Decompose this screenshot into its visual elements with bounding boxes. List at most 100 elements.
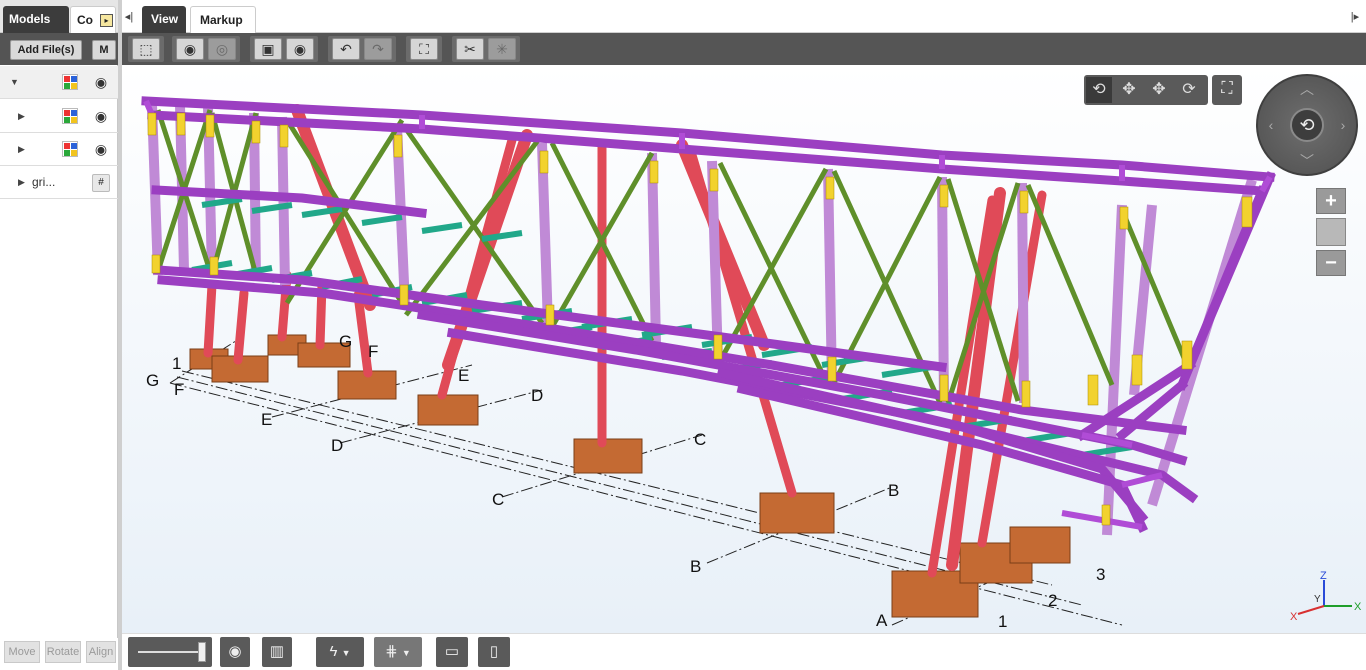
grid-label-d-top: D xyxy=(531,386,543,405)
document-icon[interactable]: ▯ xyxy=(478,637,510,667)
eye-icon[interactable]: ◉ xyxy=(220,637,250,667)
comment-icon[interactable]: ▭ xyxy=(436,637,468,667)
color-palette-icon[interactable] xyxy=(62,108,78,124)
visibility-eye-icon[interactable]: ◉ xyxy=(90,108,112,124)
object-view-icon[interactable]: ◉ xyxy=(286,38,314,60)
tab-view[interactable]: View xyxy=(142,6,186,33)
fit-group: ⛶ xyxy=(406,36,442,62)
visibility-eye-icon[interactable]: ◉ xyxy=(90,141,112,157)
slider-track xyxy=(138,651,204,653)
isolate-icon[interactable]: ◎ xyxy=(208,38,236,60)
expand-right-icon[interactable]: ▶ xyxy=(18,144,25,155)
collapse-right-icon[interactable]: |▸ xyxy=(1348,8,1362,26)
zoom-control: + − xyxy=(1316,188,1346,280)
add-files-button[interactable]: Add File(s) xyxy=(10,40,82,60)
grid-label-b-left: B xyxy=(690,557,701,576)
models-panel: Models Co ▸ Add File(s) M ▼ ◉ ▶ ◉ ▶ ◉ ▶ … xyxy=(0,0,118,670)
color-palette-icon[interactable] xyxy=(62,74,78,90)
navigation-wheel[interactable]: ︿ ﹀ ‹ › ⟲ xyxy=(1256,74,1358,176)
snapshot-icon[interactable]: ▣ xyxy=(254,38,282,60)
tab-overflow-arrow-icon[interactable]: ▸ xyxy=(100,14,113,27)
view-toolbar: ⬚ ◉ ◎ ▣ ◉ ↶ ↷ ⛶ ✂ ✳ xyxy=(122,33,1366,65)
align-button[interactable]: Align xyxy=(86,641,116,663)
wheel-down-icon[interactable]: ﹀ xyxy=(1300,154,1314,168)
grid-icon[interactable]: # xyxy=(92,174,110,192)
axis-x2-label: X xyxy=(1354,601,1362,613)
tree-row-grid[interactable]: ▶ gri... # xyxy=(0,166,118,199)
grid-style-dropdown[interactable]: ⋕ ▼ xyxy=(374,637,422,667)
zoom-slider-track[interactable] xyxy=(1316,218,1346,246)
lightning-icon: ϟ xyxy=(329,643,338,660)
hide-icon[interactable]: ◉ xyxy=(176,38,204,60)
panel-toolbar: Add File(s) M xyxy=(0,33,118,65)
orbit-icon[interactable]: ⟲ xyxy=(1086,77,1112,103)
collapse-left-icon[interactable]: ◂| xyxy=(122,8,136,26)
navigation-modes: ⟲ ✥ ✥ ⟳ xyxy=(1084,75,1208,105)
tree-row-model-2[interactable]: ▶ ◉ xyxy=(0,133,118,166)
axis-y-label: Y xyxy=(1314,594,1321,605)
zoom-in-icon[interactable]: + xyxy=(1316,188,1346,214)
move-button[interactable]: Move xyxy=(4,641,40,663)
visibility-eye-icon[interactable]: ◉ xyxy=(90,74,112,90)
undo-icon[interactable]: ↶ xyxy=(332,38,360,60)
select-group: ⬚ xyxy=(128,36,164,62)
panel-bottom-toolbar: Move Rotate Align xyxy=(0,638,118,670)
transparency-slider[interactable] xyxy=(128,637,212,667)
section-group: ✂ ✳ xyxy=(452,36,520,62)
axis-x-label: X xyxy=(1290,611,1298,622)
history-group: ↶ ↷ xyxy=(328,36,396,62)
grid-label-two-right: 2 xyxy=(1048,591,1057,610)
cut-plane-icon[interactable]: ✂ xyxy=(456,38,484,60)
panel-tabs: Models Co ▸ xyxy=(0,0,118,33)
grid-label-g-top: G xyxy=(339,332,352,351)
tree-row-root[interactable]: ▼ ◉ xyxy=(0,66,118,99)
fullscreen-icon[interactable]: ⛶ xyxy=(1212,75,1242,105)
grid-label-f-left: F xyxy=(174,380,184,399)
grid-label-g-left: G xyxy=(146,371,159,390)
fit-view-icon[interactable]: ⛶ xyxy=(410,38,438,60)
grid-label-three-right: 3 xyxy=(1096,565,1105,584)
select-box-icon[interactable]: ⬚ xyxy=(132,38,160,60)
wheel-up-icon[interactable]: ︿ xyxy=(1300,82,1314,96)
slider-handle[interactable] xyxy=(198,642,206,662)
grid-label-e-left: E xyxy=(261,410,272,429)
tree-row-model-1[interactable]: ▶ ◉ xyxy=(0,100,118,133)
grid-label-c-top: C xyxy=(694,430,706,449)
expand-down-icon[interactable]: ▼ xyxy=(10,77,19,87)
wheel-right-icon[interactable]: › xyxy=(1336,118,1350,132)
chevron-down-icon: ▼ xyxy=(401,648,411,658)
rotate-button[interactable]: Rotate xyxy=(45,641,81,663)
grid-label-c-left: C xyxy=(492,490,504,509)
book-icon[interactable]: ▥ xyxy=(262,637,292,667)
grid-label-b-top: B xyxy=(888,481,899,500)
pan-icon[interactable]: ✥ xyxy=(1116,77,1142,103)
expand-right-icon[interactable]: ▶ xyxy=(18,177,25,188)
tree-row-label: gri... xyxy=(32,175,56,189)
grid-label-one-right: 1 xyxy=(998,612,1007,631)
snapshot-group: ▣ ◉ xyxy=(250,36,318,62)
grid-label-d-left: D xyxy=(331,436,343,455)
grid-label-a-bottom: A xyxy=(876,611,888,630)
look-around-icon[interactable]: ⟳ xyxy=(1176,77,1202,103)
color-palette-icon[interactable] xyxy=(62,141,78,157)
expand-right-icon[interactable]: ▶ xyxy=(18,111,25,122)
tab-models[interactable]: Models xyxy=(3,6,69,33)
redo-icon[interactable]: ↷ xyxy=(364,38,392,60)
grid-label-f-top: F xyxy=(368,342,378,361)
structure-model[interactable]: G F 1 G F E E D D C C B B A 1 2 3 xyxy=(122,65,1366,633)
view-tabs-bar: ◂| View Markup |▸ xyxy=(122,0,1366,33)
tab-markup[interactable]: Markup xyxy=(190,6,256,33)
lightning-dropdown[interactable]: ϟ ▼ xyxy=(316,637,364,667)
more-button[interactable]: M xyxy=(92,40,116,60)
wheel-left-icon[interactable]: ‹ xyxy=(1264,118,1278,132)
axis-triad: Z X Y X xyxy=(1290,570,1362,622)
visibility-group: ◉ ◎ xyxy=(172,36,240,62)
section-tools-icon[interactable]: ✳ xyxy=(488,38,516,60)
wheel-orbit-center-icon[interactable]: ⟲ xyxy=(1290,108,1324,142)
3d-viewport[interactable]: G F 1 G F E E D D C C B B A 1 2 3 ⟲ ✥ ✥ … xyxy=(122,65,1366,633)
move-icon[interactable]: ✥ xyxy=(1146,77,1172,103)
footings xyxy=(189,334,1071,618)
grid-label-one-left: 1 xyxy=(172,354,181,373)
chevron-down-icon: ▼ xyxy=(341,648,351,658)
zoom-out-icon[interactable]: − xyxy=(1316,250,1346,276)
